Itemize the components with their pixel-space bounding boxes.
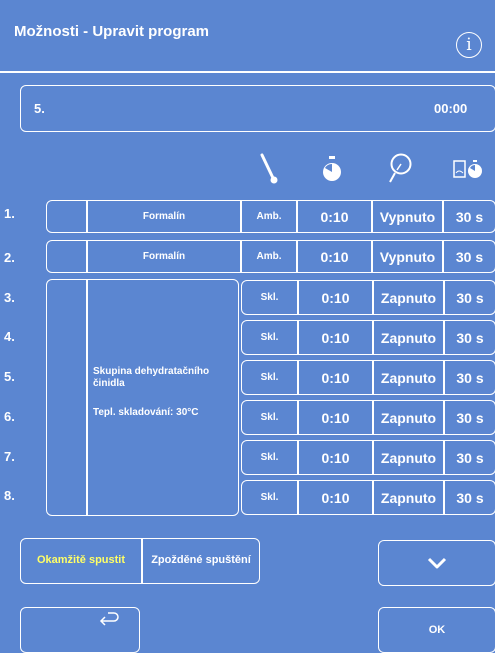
stopwatch-icon (315, 152, 349, 186)
step-row-5[interactable]: Skl. 0:10 Zapnuto 30 s (241, 360, 495, 395)
drain-value: 30 s (456, 369, 484, 386)
row-number-7: 7. (4, 449, 15, 464)
drain-value: 30 s (455, 208, 484, 225)
reagent-name: Formalín (142, 251, 186, 262)
step-row-1[interactable]: Formalín Amb. 0:10 Vypnuto 30 s (46, 200, 495, 233)
time-value: 0:10 (321, 489, 350, 506)
back-button[interactable] (20, 607, 140, 653)
storage-temperature: Tepl. skladování: 30°C (93, 407, 199, 418)
thermometer-icon (254, 152, 284, 186)
drain-value: 30 s (456, 289, 484, 306)
delayed-start-button[interactable]: Zpožděné spuštění (143, 539, 259, 582)
row-number-5: 5. (4, 369, 15, 384)
return-arrow-icon (99, 612, 119, 626)
pv-value: Vypnuto (379, 248, 436, 265)
time-value: 0:10 (321, 409, 350, 426)
temperature-value: Skl. (260, 492, 279, 503)
drain-value: 30 s (456, 409, 484, 426)
step-row-7[interactable]: Skl. 0:10 Zapnuto 30 s (241, 440, 495, 475)
reagent-group-block[interactable]: Skupina dehydratačního činidla Tepl. skl… (46, 279, 239, 516)
program-number: 5. (34, 101, 45, 116)
step-row-6[interactable]: Skl. 0:10 Zapnuto 30 s (241, 400, 495, 435)
row-number-4: 4. (4, 329, 15, 344)
scroll-down-button[interactable] (378, 540, 495, 586)
header-divider (0, 71, 495, 73)
pv-value: Zapnuto (380, 449, 437, 466)
start-mode-toggle: Okamžitě spustit Zpožděné spuštění (20, 538, 260, 584)
pv-value: Zapnuto (380, 409, 437, 426)
pv-value: Zapnuto (380, 289, 437, 306)
drain-value: 30 s (456, 449, 484, 466)
temperature-value: Amb. (256, 211, 282, 222)
info-icon[interactable]: i (456, 32, 482, 58)
row-number-6: 6. (4, 409, 15, 424)
drain-value: 30 s (456, 329, 484, 346)
drain-value: 30 s (455, 248, 484, 265)
time-value: 0:10 (321, 329, 350, 346)
row-number-1: 1. (4, 206, 15, 221)
row-number-3: 3. (4, 290, 15, 305)
row-number-2: 2. (4, 250, 15, 265)
temperature-value: Skl. (260, 332, 279, 343)
time-value: 0:10 (321, 289, 350, 306)
step-row-4[interactable]: Skl. 0:10 Zapnuto 30 s (241, 320, 495, 355)
pv-value: Zapnuto (380, 369, 437, 386)
page-title: Možnosti - Upravit program (14, 23, 210, 40)
pv-value: Zapnuto (380, 329, 437, 346)
step-row-2[interactable]: Formalín Amb. 0:10 Vypnuto 30 s (46, 240, 495, 273)
program-duration: 00:00 (434, 101, 468, 116)
drain-timer-icon (448, 152, 488, 186)
step-row-8[interactable]: Skl. 0:10 Zapnuto 30 s (241, 480, 495, 515)
temperature-value: Amb. (256, 251, 282, 262)
program-name-bar[interactable] (20, 85, 495, 132)
temperature-value: Skl. (260, 412, 279, 423)
pv-value: Vypnuto (379, 208, 436, 225)
time-value: 0:10 (320, 208, 349, 225)
temperature-value: Skl. (260, 452, 279, 463)
ok-button[interactable]: OK (378, 607, 495, 653)
temperature-value: Skl. (260, 372, 279, 383)
temperature-value: Skl. (260, 292, 279, 303)
chevron-down-icon (427, 557, 447, 569)
time-value: 0:10 (321, 369, 350, 386)
time-value: 0:10 (320, 248, 349, 265)
drain-value: 30 s (456, 489, 484, 506)
reagent-group-name: Skupina dehydratačního činidla (93, 366, 210, 389)
time-value: 0:10 (321, 449, 350, 466)
reagent-name: Formalín (142, 211, 186, 222)
start-now-button[interactable]: Okamžitě spustit (21, 539, 141, 582)
step-row-3[interactable]: Skl. 0:10 Zapnuto 30 s (241, 280, 495, 315)
pv-value: Zapnuto (380, 489, 437, 506)
pressure-vacuum-icon (383, 152, 417, 186)
row-number-8: 8. (4, 488, 15, 503)
